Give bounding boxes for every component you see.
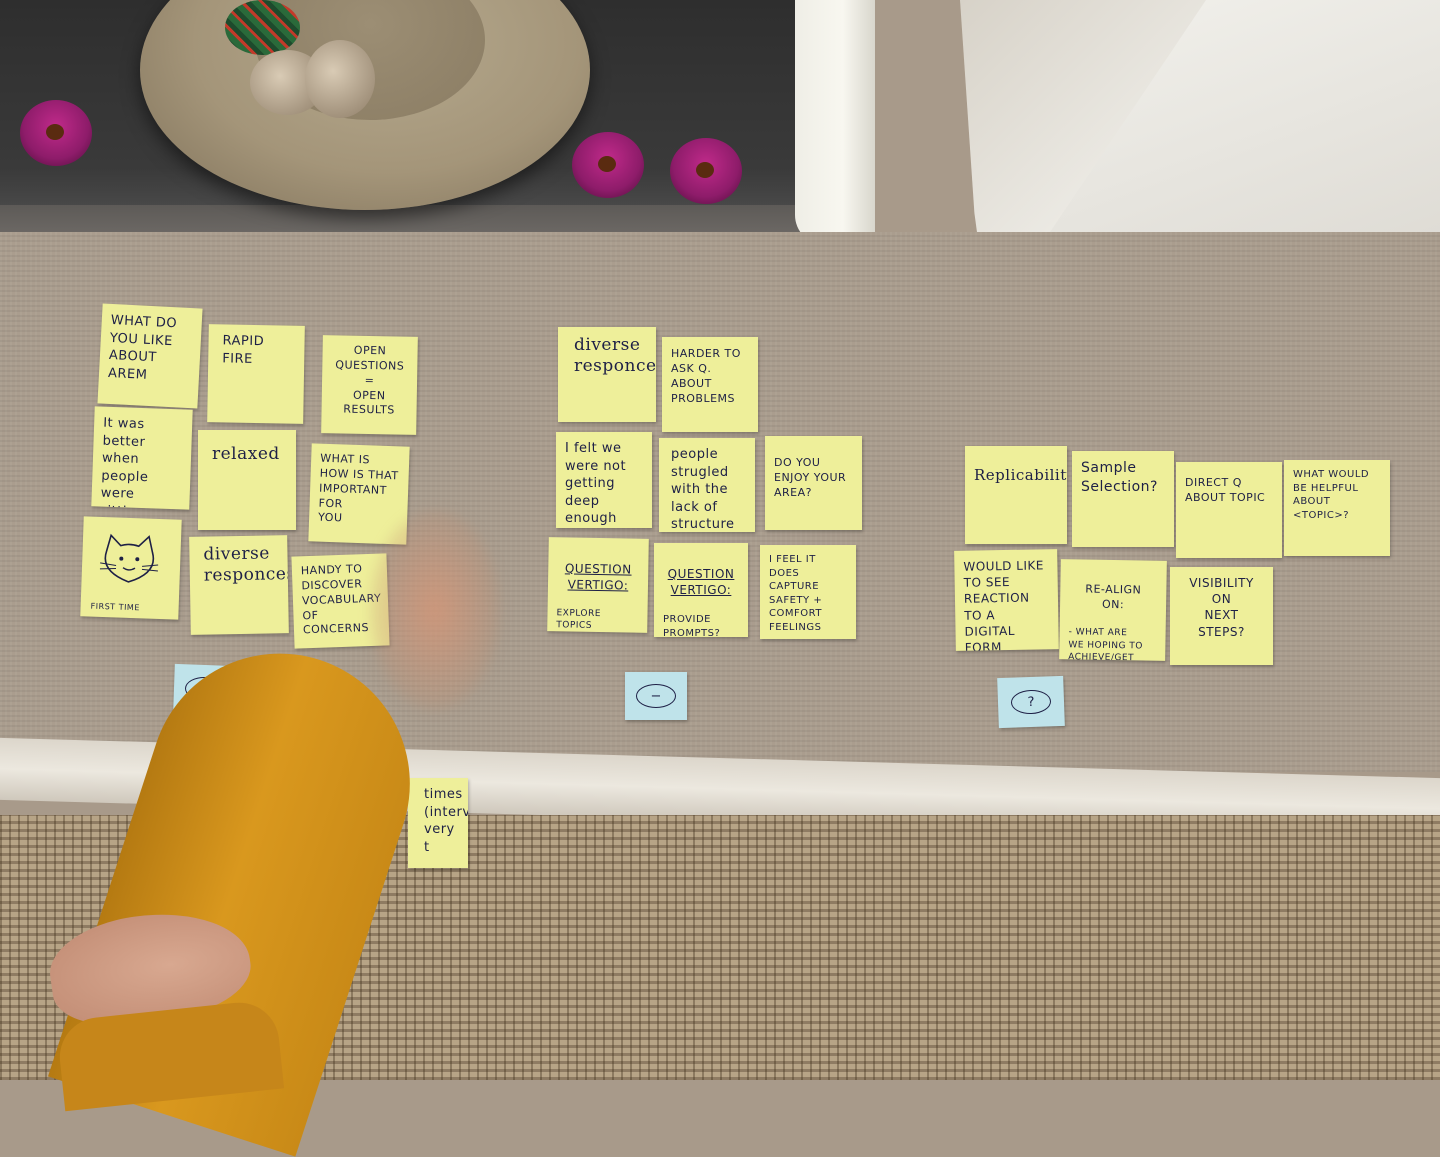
door-frame (795, 0, 875, 245)
minus-symbol: − (636, 684, 676, 708)
sticky-note: DO YOU ENJOY YOUR AREA? (765, 436, 862, 530)
cat-drawing-icon (99, 533, 159, 583)
decorated-egg (225, 0, 300, 55)
column-label-minus: − (625, 672, 687, 720)
sticky-note: OPEN QUESTIONS = OPEN RESULTS (321, 335, 418, 435)
candle-holder (572, 132, 644, 198)
sticky-note: WHAT IS HOW IS THAT IMPORTANT FOR YOU (308, 443, 410, 545)
sticky-note: I FEEL IT DOES CAPTURE SAFETY + COMFORT … (760, 545, 856, 639)
note-caption: FIRST TIME (90, 601, 140, 613)
candle-holder (670, 138, 742, 204)
candle-holder (20, 100, 92, 166)
sticky-note-cat-drawing: FIRST TIME (80, 516, 182, 620)
sticky-note: Sample Selection? (1072, 451, 1174, 547)
sticky-note: QUESTION VERTIGO: EXPLORE TOPICS MORE IN… (547, 537, 649, 633)
sticky-note: people strugled with the lack of structu… (659, 438, 755, 532)
sticky-note: HARDER TO ASK Q. ABOUT PROBLEMS (662, 337, 758, 432)
sticky-note: DIRECT Q ABOUT TOPIC (1176, 462, 1282, 558)
sticky-note: WOULD LIKE TO SEE REACTION TO A DIGITAL … (954, 549, 1059, 651)
sticky-note: WHAT WOULD BE HELPFUL ABOUT <TOPIC>? (1284, 460, 1390, 556)
note-title: QUESTION VERTIGO: (667, 566, 735, 598)
blurred-hand (370, 510, 500, 710)
sticky-note: What do you like about AREM (97, 303, 203, 409)
note-body: EXPLORE TOPICS MORE IN DEPTH? MORE SPECI… (556, 608, 602, 633)
sticky-note: RE-ALIGN ON: - WHAT ARE WE HOPING TO ACH… (1059, 559, 1167, 661)
sticky-note: VISIBILITY ON NEXT STEPS? (1170, 567, 1273, 665)
sticky-note: diverse responces (558, 327, 656, 422)
note-body: - WHAT ARE WE HOPING TO ACHIEVE/GET OUT … (1068, 627, 1143, 661)
sticky-note: I felt we were not getting deep enough (556, 432, 652, 528)
sticky-note: diverse responces (189, 535, 289, 635)
sticky-note: Replicability (965, 446, 1067, 544)
sticky-note: relaxed (198, 430, 296, 530)
shell (305, 40, 375, 118)
sticky-note: RAPID FIRE (207, 324, 305, 424)
question-symbol: ? (1010, 689, 1052, 715)
sticky-note: QUESTION VERTIGO: PROVIDE PROMPTS? (654, 543, 748, 637)
note-title: QUESTION VERTIGO: (564, 561, 632, 593)
sticky-note-partial: times (intervie very t (408, 778, 468, 868)
note-body: PROVIDE PROMPTS? (663, 614, 721, 637)
column-label-question: ? (997, 675, 1065, 729)
note-title: RE-ALIGN ON: (1085, 582, 1142, 611)
sticky-note: It was better when people were sitting (91, 406, 193, 510)
